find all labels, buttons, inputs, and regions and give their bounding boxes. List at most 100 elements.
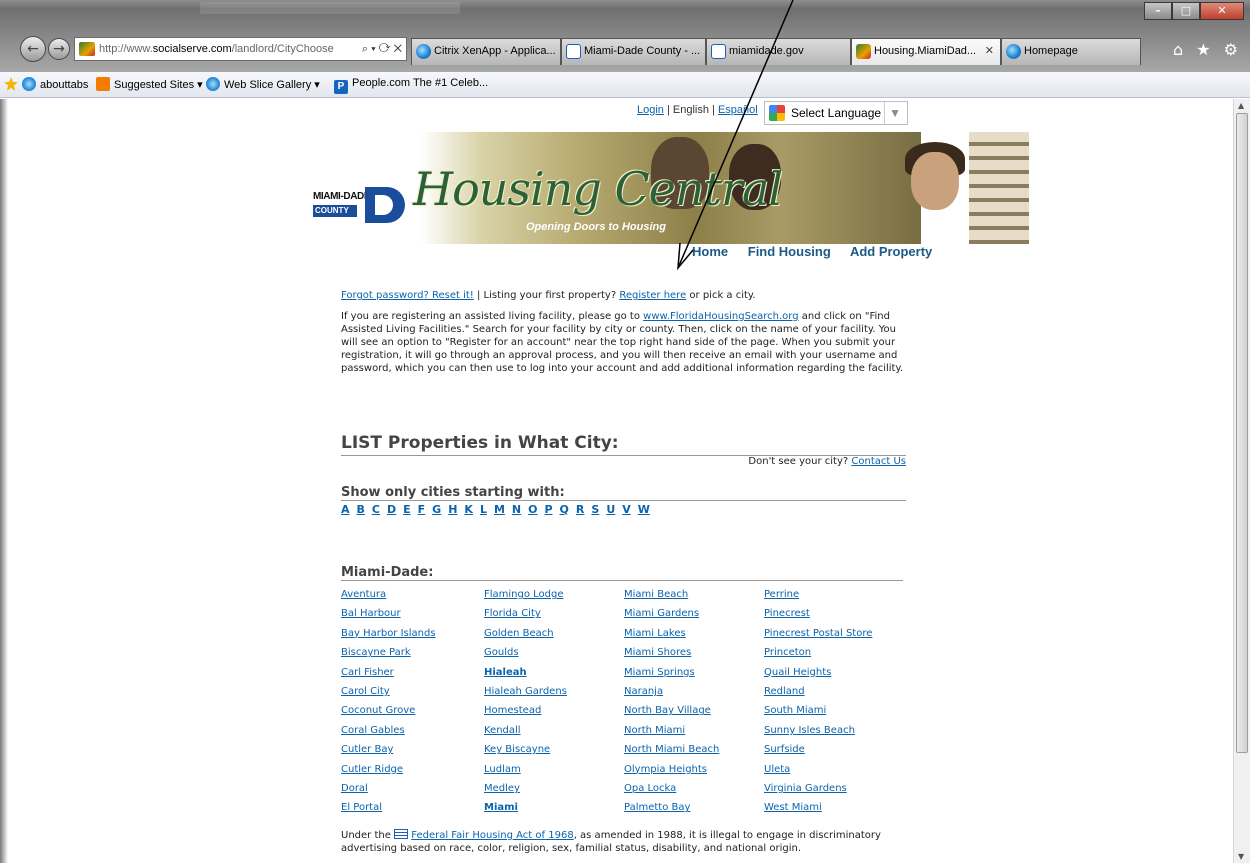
city-link[interactable]: Aventura	[341, 585, 436, 604]
letter-filter-link[interactable]: H	[448, 503, 457, 516]
vertical-scrollbar[interactable]: ▲ ▼	[1233, 99, 1250, 863]
city-link[interactable]: Doral	[341, 779, 436, 798]
letter-filter-link[interactable]: G	[432, 503, 441, 516]
city-link[interactable]: Cutler Bay	[341, 740, 436, 759]
nav-add-property[interactable]: Add Property	[850, 244, 932, 259]
tab-homepage[interactable]: Homepage	[1001, 38, 1141, 65]
scrollbar-thumb[interactable]	[1236, 113, 1248, 753]
city-link[interactable]: North Miami	[624, 721, 719, 740]
city-link[interactable]: Coral Gables	[341, 721, 436, 740]
nav-find-housing[interactable]: Find Housing	[748, 244, 831, 259]
address-controls[interactable]: ⌕ ▾ ⟳ ✕	[357, 38, 402, 60]
city-link[interactable]: Carol City	[341, 682, 436, 701]
city-link[interactable]: Bal Harbour	[341, 604, 436, 623]
city-link[interactable]: Opa Locka	[624, 779, 719, 798]
browser-tools[interactable]: ⌂ ★ ⚙	[1173, 40, 1242, 59]
city-link[interactable]: Redland	[764, 682, 872, 701]
letter-filter-link[interactable]: V	[622, 503, 631, 516]
nav-home[interactable]: Home	[692, 244, 728, 259]
letter-filter-link[interactable]: R	[576, 503, 584, 516]
tab-housing-miamidade[interactable]: Housing.MiamiDad... ✕	[851, 38, 1001, 65]
fav-web-slice-gallery[interactable]: Web Slice Gallery ▾	[206, 77, 320, 91]
fav-abouttabs[interactable]: abouttabs	[22, 77, 88, 91]
scroll-down-icon[interactable]: ▼	[1238, 852, 1244, 861]
florida-housing-search-link[interactable]: www.FloridaHousingSearch.org	[643, 311, 798, 322]
city-link[interactable]: Florida City	[484, 604, 567, 623]
city-link[interactable]: Biscayne Park	[341, 643, 436, 662]
letter-filter-link[interactable]: L	[480, 503, 487, 516]
city-link[interactable]: West Miami	[764, 798, 872, 817]
fair-housing-act-link[interactable]: Federal Fair Housing Act of 1968	[411, 830, 573, 841]
city-link[interactable]: Golden Beach	[484, 624, 567, 643]
fav-suggested-sites[interactable]: Suggested Sites ▾	[96, 77, 203, 91]
reset-password-link[interactable]: Forgot password? Reset it!	[341, 290, 474, 301]
city-link[interactable]: Miami Gardens	[624, 604, 719, 623]
city-link[interactable]: Homestead	[484, 701, 567, 720]
close-window-button[interactable]: ✕	[1200, 2, 1244, 20]
back-button[interactable]: ←	[20, 36, 46, 62]
letter-filter-link[interactable]: N	[512, 503, 521, 516]
city-link[interactable]: Miami Shores	[624, 643, 719, 662]
city-link[interactable]: Uleta	[764, 760, 872, 779]
city-link[interactable]: Ludlam	[484, 760, 567, 779]
city-link[interactable]: North Miami Beach	[624, 740, 719, 759]
city-link[interactable]: Miami Lakes	[624, 624, 719, 643]
city-link[interactable]: Miami	[484, 798, 567, 817]
maximize-button[interactable]: □	[1172, 2, 1200, 20]
city-link[interactable]: South Miami	[764, 701, 872, 720]
city-link[interactable]: Naranja	[624, 682, 719, 701]
city-link[interactable]: North Bay Village	[624, 701, 719, 720]
letter-filter-link[interactable]: K	[464, 503, 473, 516]
scroll-up-icon[interactable]: ▲	[1238, 101, 1244, 110]
letter-filter-link[interactable]: W	[638, 503, 650, 516]
city-link[interactable]: Carl Fisher	[341, 663, 436, 682]
letter-filter-link[interactable]: F	[418, 503, 426, 516]
city-link[interactable]: Goulds	[484, 643, 567, 662]
city-link[interactable]: Cutler Ridge	[341, 760, 436, 779]
fav-people[interactable]: P People.com The #1 Celeb...	[334, 77, 488, 94]
letter-filter-link[interactable]: Q	[560, 503, 569, 516]
tab-miami-dade-county[interactable]: Miami-Dade County - ...	[561, 38, 706, 65]
espanol-link[interactable]: Español	[718, 104, 758, 116]
favorites-star-icon[interactable]	[4, 77, 22, 91]
city-link[interactable]: Hialeah	[484, 663, 567, 682]
letter-filter-link[interactable]: U	[606, 503, 615, 516]
tab-miamidade-gov[interactable]: miamidade.gov	[706, 38, 851, 65]
city-link[interactable]: Miami Springs	[624, 663, 719, 682]
city-link[interactable]: Hialeah Gardens	[484, 682, 567, 701]
city-link[interactable]: Coconut Grove	[341, 701, 436, 720]
city-link[interactable]: Olympia Heights	[624, 760, 719, 779]
city-link[interactable]: Bay Harbor Islands	[341, 624, 436, 643]
letter-filter-link[interactable]: B	[357, 503, 365, 516]
city-link[interactable]: Key Biscayne	[484, 740, 567, 759]
letter-filter-link[interactable]: E	[403, 503, 411, 516]
close-tab-icon[interactable]: ✕	[985, 39, 994, 64]
city-link[interactable]: Pinecrest	[764, 604, 872, 623]
city-link[interactable]: Perrine	[764, 585, 872, 604]
city-link[interactable]: Pinecrest Postal Store	[764, 624, 872, 643]
letter-filter-link[interactable]: S	[591, 503, 599, 516]
city-link[interactable]: Virginia Gardens	[764, 779, 872, 798]
select-language-dropdown[interactable]: Select Language ▼	[764, 101, 908, 125]
city-link[interactable]: Kendall	[484, 721, 567, 740]
login-link[interactable]: Login	[637, 104, 664, 116]
letter-filter-link[interactable]: O	[528, 503, 537, 516]
city-link[interactable]: Flamingo Lodge	[484, 585, 567, 604]
miami-dade-logo[interactable]: MIAMI-DADE COUNTY	[313, 187, 408, 223]
city-link[interactable]: Surfside	[764, 740, 872, 759]
city-link[interactable]: Princeton	[764, 643, 872, 662]
city-link[interactable]: Sunny Isles Beach	[764, 721, 872, 740]
city-link[interactable]: Palmetto Bay	[624, 798, 719, 817]
contact-us-link[interactable]: Contact Us	[851, 456, 906, 467]
city-link[interactable]: Miami Beach	[624, 585, 719, 604]
letter-filter-link[interactable]: D	[387, 503, 396, 516]
forward-button[interactable]: →	[48, 38, 70, 60]
city-link[interactable]: Quail Heights	[764, 663, 872, 682]
minimize-button[interactable]: –	[1144, 2, 1172, 20]
letter-filter-link[interactable]: M	[494, 503, 505, 516]
city-link[interactable]: El Portal	[341, 798, 436, 817]
letter-filter-link[interactable]: P	[544, 503, 552, 516]
address-bar[interactable]: http://www.socialserve.com/landlord/City…	[74, 37, 407, 61]
letter-filter-link[interactable]: A	[341, 503, 350, 516]
register-link[interactable]: Register here	[619, 290, 686, 301]
